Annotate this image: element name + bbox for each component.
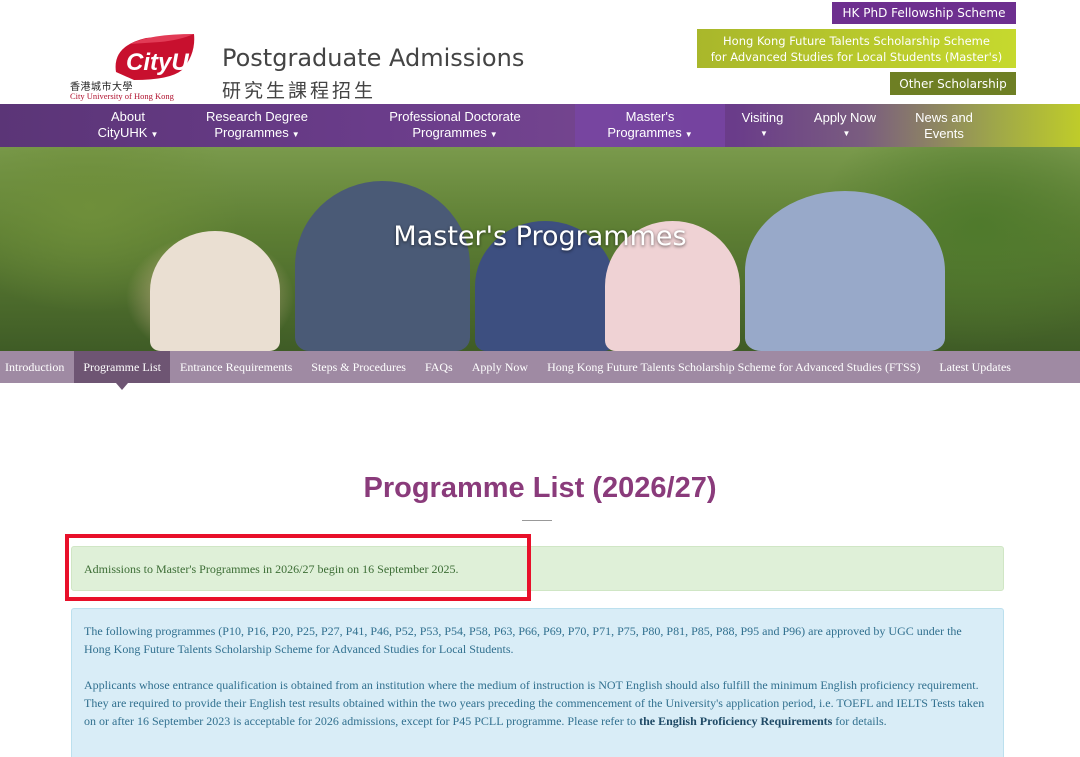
caret-down-icon: ▼ [150, 129, 159, 139]
subnav-ftss[interactable]: Hong Kong Future Talents Scholarship Sch… [538, 351, 930, 383]
info-english-text-end: for details. [832, 714, 887, 728]
caret-down-icon: ▼ [684, 129, 693, 139]
cityu-logo[interactable]: CityU 香港城市大學 City University of Hong Kon… [70, 30, 200, 102]
info-english-requirement: Applicants whose entrance qualification … [84, 676, 991, 730]
site-title: Postgraduate Admissions [222, 44, 525, 72]
nav-news-events[interactable]: News and Events [890, 104, 998, 147]
caret-down-icon: ▼ [291, 129, 300, 139]
logo-english-name: City University of Hong Kong [70, 91, 174, 101]
highlight-annotation-box [65, 534, 531, 601]
caret-down-icon: ▼ [489, 129, 498, 139]
section-subnav: Introduction Programme List Entrance Req… [0, 351, 1080, 390]
svg-text:CityU: CityU [126, 49, 189, 76]
hero-title: Master's Programmes [393, 221, 687, 252]
nav-label: About [111, 108, 145, 124]
nav-label: CityUHK [97, 124, 148, 140]
page-title: Programme List (2026/27) [363, 472, 717, 504]
subnav-entrance-requirements[interactable]: Entrance Requirements [170, 351, 301, 383]
info-ftss-programmes: The following programmes (P10, P16, P20,… [84, 624, 962, 656]
ftss-link-line2: for Advanced Studies for Local Students … [710, 49, 1003, 64]
nav-label: Visiting [741, 109, 784, 125]
site-header: CityU 香港城市大學 City University of Hong Kon… [0, 0, 1080, 104]
site-title-chinese: 研究生課程招生 [222, 80, 377, 102]
subnav-latest-updates[interactable]: Latest Updates [930, 351, 1021, 383]
caret-down-icon: ▼ [760, 128, 768, 138]
nav-label: Professional Doctorate [389, 108, 521, 124]
hero-banner: Master's Programmes [0, 147, 1080, 351]
ftss-link-line1: Hong Kong Future Talents Scholarship Sch… [723, 33, 990, 48]
nav-label: Events [924, 125, 964, 141]
nav-visiting[interactable]: Visiting ▼ [725, 104, 800, 147]
nav-label: Programmes [607, 124, 682, 140]
subnav-introduction[interactable]: Introduction [0, 351, 74, 383]
subnav-faqs[interactable]: FAQs [415, 351, 462, 383]
info-notice: The following programmes (P10, P16, P20,… [71, 608, 1004, 757]
hero-photo-person [295, 181, 470, 351]
nav-label: Apply Now [813, 109, 877, 125]
nav-label: Research Degree [206, 108, 308, 124]
nav-label: Master's [625, 108, 675, 124]
caret-down-icon: ▼ [842, 128, 851, 138]
main-navigation: About CityUHK ▼ Research Degree Programme… [0, 104, 1080, 147]
nav-label: Programmes [412, 124, 487, 140]
nav-label: Programmes [214, 124, 289, 140]
nav-apply-now[interactable]: Apply Now ▼ [800, 104, 890, 147]
hero-photo-person [745, 191, 945, 351]
nav-label: News and [915, 109, 973, 125]
subnav-steps-procedures[interactable]: Steps & Procedures [302, 351, 416, 383]
ftss-scholarship-link[interactable]: Hong Kong Future Talents Scholarship Sch… [697, 29, 1016, 68]
cityu-logo-icon: CityU [115, 34, 195, 80]
other-scholarship-link[interactable]: Other Scholarship [890, 72, 1016, 95]
hk-phd-fellowship-link[interactable]: HK PhD Fellowship Scheme [832, 2, 1016, 24]
heading-divider [522, 520, 552, 521]
subnav-apply-now[interactable]: Apply Now [462, 351, 537, 383]
subnav-programme-list[interactable]: Programme List [73, 351, 171, 390]
english-proficiency-link[interactable]: the English Proficiency Requirements [639, 714, 832, 728]
nav-professional-doctorate[interactable]: Professional Doctorate Programmes ▼ [335, 104, 575, 147]
nav-masters-programmes[interactable]: Master's Programmes ▼ [575, 104, 725, 147]
nav-research-degree[interactable]: Research Degree Programmes ▼ [179, 104, 335, 147]
